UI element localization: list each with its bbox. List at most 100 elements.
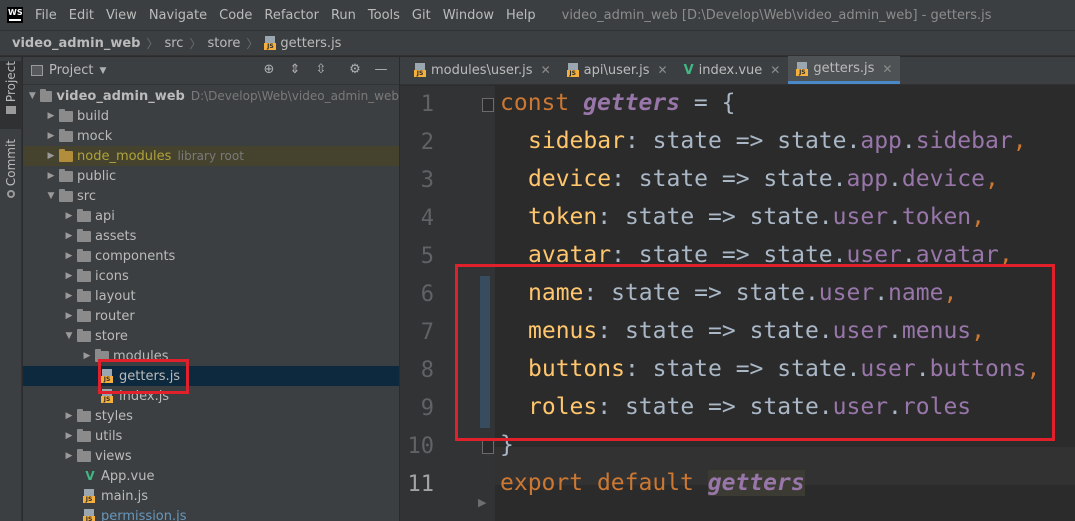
tree-item-label: public	[77, 168, 117, 184]
chevron-right-icon[interactable]: ▶	[63, 451, 75, 461]
strip-tab-project[interactable]: Project	[0, 61, 22, 129]
tree-row-mock[interactable]: ▶ mock	[23, 126, 399, 146]
chevron-down-icon[interactable]: ▼	[99, 66, 106, 76]
chevron-right-icon[interactable]: ▶	[63, 311, 75, 321]
menu-code[interactable]: Code	[219, 8, 252, 23]
folder-icon	[77, 268, 91, 282]
tree-row-project-root[interactable]: ▼ video_admin_web D:\Develop\Web\video_a…	[23, 86, 399, 106]
code-text: : state => state.	[611, 166, 847, 192]
tree-row-permission-js[interactable]: JS permission.js	[23, 506, 399, 521]
chevron-right-icon[interactable]: ▶	[63, 431, 75, 441]
chevron-right-icon[interactable]: ▶	[45, 151, 57, 161]
folder-icon	[59, 108, 73, 122]
menu-tools[interactable]: Tools	[368, 8, 400, 23]
chevron-down-icon[interactable]: ▼	[45, 191, 57, 201]
tree-row-public[interactable]: ▶ public	[23, 166, 399, 186]
menu-edit[interactable]: Edit	[69, 8, 94, 23]
line-number: 5	[420, 244, 434, 269]
fold-marker-icon[interactable]	[482, 440, 494, 454]
tree-row-views[interactable]: ▶ views	[23, 446, 399, 466]
strip-label-project: Project	[4, 61, 18, 103]
expand-all-icon[interactable]: ⇕	[287, 62, 303, 78]
tree-item-label: App.vue	[101, 468, 155, 484]
tree-row-utils[interactable]: ▶ utils	[23, 426, 399, 446]
breadcrumb-project[interactable]: video_admin_web	[12, 36, 140, 51]
strip-label-commit: Commit	[4, 139, 18, 187]
collapse-all-icon[interactable]: ⇳	[313, 62, 329, 78]
chevron-right-icon[interactable]: ▶	[45, 171, 57, 181]
breadcrumb-file[interactable]: getters.js	[280, 36, 341, 51]
code-line-3: device: state => state.app.device,	[528, 166, 999, 192]
chevron-right-icon[interactable]: ▶	[45, 131, 57, 141]
folder-icon	[77, 408, 91, 422]
keyword-export: export	[500, 470, 584, 496]
tree-row-index-js[interactable]: JS index.js	[23, 386, 399, 406]
breadcrumb-store[interactable]: store	[207, 36, 240, 51]
tree-item-label: src	[77, 188, 96, 204]
menu-file[interactable]: File	[35, 8, 57, 23]
tab-index-vue[interactable]: V index.vue ✕	[676, 56, 789, 84]
chevron-right-icon[interactable]: ▶	[63, 211, 75, 221]
tree-row-main-js[interactable]: JS main.js	[23, 486, 399, 506]
menu-git[interactable]: Git	[412, 8, 431, 23]
chevron-right-icon[interactable]: ▶	[45, 111, 57, 121]
tree-row-node-modules[interactable]: ▶ node_modules library root	[23, 146, 399, 166]
locate-icon[interactable]: ⊕	[261, 62, 277, 78]
tree-row-getters-js[interactable]: JS getters.js	[23, 366, 399, 386]
tree-row-store[interactable]: ▼ store	[23, 326, 399, 346]
tree-row-layout[interactable]: ▶ layout	[23, 286, 399, 306]
close-icon[interactable]: ✕	[658, 63, 668, 77]
tree-row-api[interactable]: ▶ api	[23, 206, 399, 226]
tree-row-src[interactable]: ▼ src	[23, 186, 399, 206]
close-icon[interactable]: ✕	[541, 63, 551, 77]
menu-refactor[interactable]: Refactor	[264, 8, 319, 23]
tab-modules-user-js[interactable]: JS modules\user.js ✕	[406, 56, 559, 84]
line-number: 4	[420, 206, 434, 231]
tab-api-user-js[interactable]: JS api\user.js ✕	[559, 56, 676, 84]
menu-run[interactable]: Run	[331, 8, 356, 23]
line-number: 6	[420, 282, 434, 307]
tree-row-app-vue[interactable]: V App.vue	[23, 466, 399, 486]
chevron-right-icon[interactable]: ▶	[63, 231, 75, 241]
chevron-down-icon[interactable]: ▼	[63, 331, 75, 341]
menu-window[interactable]: Window	[443, 8, 494, 23]
tree-row-assets[interactable]: ▶ assets	[23, 226, 399, 246]
tree-row-icons[interactable]: ▶ icons	[23, 266, 399, 286]
line-number: 3	[420, 168, 434, 193]
close-icon[interactable]: ✕	[882, 62, 892, 76]
code-area[interactable]: 1 2 3 4 5 6 7 8 9 10 11 ▶ const getters …	[400, 86, 1075, 521]
tree-item-label: permission.js	[101, 508, 187, 521]
tree-row-router[interactable]: ▶ router	[23, 306, 399, 326]
tree-item-label: icons	[95, 268, 129, 284]
tree-item-label: video_admin_web	[56, 88, 185, 104]
code-text: = {	[680, 90, 736, 116]
tree-row-styles[interactable]: ▶ styles	[23, 406, 399, 426]
hide-icon[interactable]: —	[373, 62, 389, 78]
menu-help[interactable]: Help	[506, 8, 536, 23]
code-line-11: export default getters	[500, 470, 805, 496]
folder-icon	[77, 448, 91, 462]
breadcrumb-src[interactable]: src	[164, 36, 183, 51]
tree-item-label: store	[95, 328, 128, 344]
chevron-down-icon[interactable]: ▼	[27, 91, 38, 101]
chevron-right-icon[interactable]: ▶	[63, 291, 75, 301]
play-icon[interactable]: ▶	[478, 496, 486, 509]
tree-row-modules[interactable]: ▶ modules	[23, 346, 399, 366]
chevron-right-icon[interactable]: ▶	[63, 251, 75, 261]
menu-navigate[interactable]: Navigate	[149, 8, 207, 23]
chevron-right-icon[interactable]: ▶	[81, 351, 93, 361]
strip-tab-commit[interactable]: Commit	[0, 139, 22, 205]
gear-icon[interactable]: ⚙	[347, 62, 363, 78]
tab-getters-js[interactable]: JS getters.js ✕	[788, 56, 901, 84]
code-line-4: token: state => state.user.token,	[528, 204, 985, 230]
tree-row-build[interactable]: ▶ build	[23, 106, 399, 126]
project-panel-title[interactable]: Project	[49, 63, 93, 78]
fold-marker-icon[interactable]	[482, 98, 494, 112]
tree-row-components[interactable]: ▶ components	[23, 246, 399, 266]
chevron-right-icon[interactable]: ▶	[63, 411, 75, 421]
chevron-right-icon[interactable]: ▶	[63, 271, 75, 281]
menu-view[interactable]: View	[106, 8, 137, 23]
js-file-icon: JS	[414, 63, 426, 77]
close-icon[interactable]: ✕	[770, 63, 780, 77]
code-punct: ,	[1012, 128, 1027, 154]
